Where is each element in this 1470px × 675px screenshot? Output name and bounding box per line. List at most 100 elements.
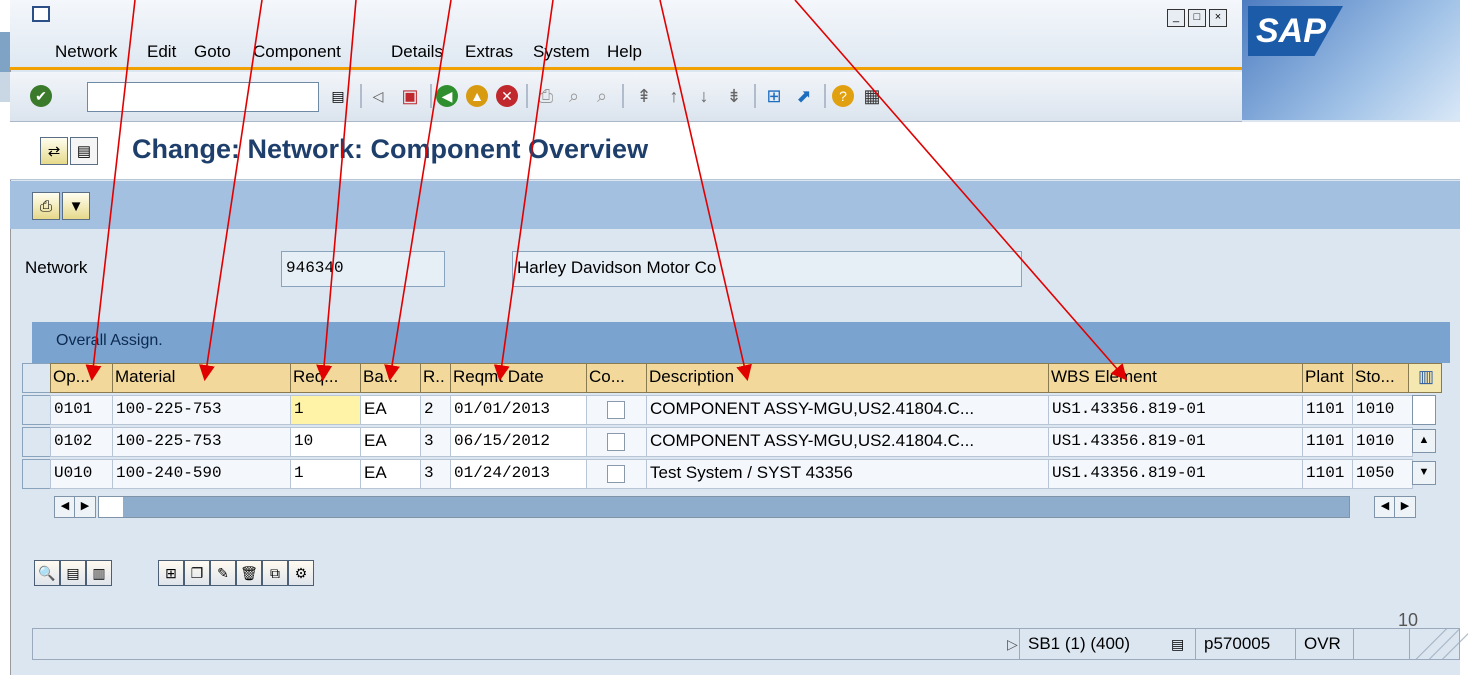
edit-icon[interactable]: ✎ bbox=[210, 560, 236, 586]
help-icon[interactable]: ? bbox=[832, 85, 854, 107]
cell-wbs-element[interactable]: US1.43356.819-01 bbox=[1048, 395, 1307, 425]
network-description-field[interactable]: Harley Davidson Motor Co bbox=[512, 251, 1022, 287]
enter-check-icon[interactable]: ✔ bbox=[30, 85, 52, 107]
shortcut-icon[interactable]: ⬈ bbox=[792, 84, 816, 108]
col-header-item-category[interactable]: R.. bbox=[420, 363, 454, 393]
status-info-icon[interactable]: ▤ bbox=[1171, 629, 1184, 659]
cell-material[interactable]: 100-225-753 bbox=[112, 395, 295, 425]
hierarchy-icon[interactable]: ⊞ bbox=[158, 560, 184, 586]
cell-wbs-element[interactable]: US1.43356.819-01 bbox=[1048, 459, 1307, 489]
cell-requirement-qty[interactable]: 10 bbox=[290, 427, 365, 457]
col-header-base-unit[interactable]: Ba... bbox=[360, 363, 424, 393]
scroll-left-icon[interactable]: ◀ bbox=[54, 496, 76, 518]
cell-operation[interactable]: 0101 bbox=[50, 395, 117, 425]
horizontal-scroll-track[interactable] bbox=[98, 496, 1350, 518]
command-history-icon[interactable]: ▤ bbox=[326, 84, 350, 108]
col-header-costing[interactable]: Co... bbox=[586, 363, 650, 393]
col-header-storage-location[interactable]: Sto... bbox=[1352, 363, 1412, 393]
costing-checkbox[interactable] bbox=[607, 465, 625, 483]
select-all-button[interactable] bbox=[22, 363, 52, 393]
resize-grip[interactable] bbox=[1409, 629, 1468, 659]
display-change-icon[interactable]: ⇄ bbox=[40, 137, 68, 165]
vertical-scroll-track[interactable] bbox=[1412, 395, 1436, 425]
deselect-all-icon[interactable]: ▥ bbox=[86, 560, 112, 586]
status-expand-icon[interactable]: ▷ bbox=[999, 629, 1018, 659]
cell-material[interactable]: 100-240-590 bbox=[112, 459, 295, 489]
maximize-icon[interactable]: □ bbox=[1188, 9, 1206, 27]
menu-network[interactable]: Network bbox=[55, 42, 117, 62]
row-selector[interactable] bbox=[22, 459, 52, 489]
duplicate-icon[interactable]: ⧉ bbox=[262, 560, 288, 586]
cell-base-unit[interactable]: EA bbox=[360, 395, 425, 425]
scroll-right-icon[interactable]: ▶ bbox=[1394, 496, 1416, 518]
copy-icon[interactable]: ❐ bbox=[184, 560, 210, 586]
col-header-material[interactable]: Material bbox=[112, 363, 294, 393]
filter-icon[interactable]: ▼ bbox=[62, 192, 90, 220]
cell-reqmt-date[interactable]: 01/24/2013 bbox=[450, 459, 591, 489]
col-header-operation[interactable]: Op... bbox=[50, 363, 116, 393]
exit-icon[interactable]: ▲ bbox=[466, 85, 488, 107]
menu-edit[interactable]: Edit bbox=[147, 42, 176, 62]
find-next-icon[interactable]: ⌕ bbox=[590, 84, 614, 108]
network-number-field[interactable]: 946340 bbox=[281, 251, 445, 287]
costing-checkbox[interactable] bbox=[607, 401, 625, 419]
col-header-wbs-element[interactable]: WBS Element bbox=[1048, 363, 1306, 393]
cell-plant[interactable]: 1101 bbox=[1302, 459, 1357, 489]
next-page-icon[interactable]: ↓ bbox=[692, 84, 716, 108]
cell-storage-location[interactable]: 1010 bbox=[1352, 427, 1413, 457]
cell-operation[interactable]: 0102 bbox=[50, 427, 117, 457]
table-settings-icon[interactable]: ▥ bbox=[1408, 363, 1442, 393]
previous-page-icon[interactable]: ↑ bbox=[662, 84, 686, 108]
cancel-icon[interactable]: ✕ bbox=[496, 85, 518, 107]
cell-storage-location[interactable]: 1010 bbox=[1352, 395, 1413, 425]
cell-operation[interactable]: U010 bbox=[50, 459, 117, 489]
print-icon[interactable]: ⎙ bbox=[534, 84, 558, 108]
settings-icon[interactable]: ⚙ bbox=[288, 560, 314, 586]
first-page-icon[interactable]: ⇞ bbox=[632, 84, 656, 108]
col-header-requirement-qty[interactable]: Req... bbox=[290, 363, 364, 393]
col-header-plant[interactable]: Plant bbox=[1302, 363, 1356, 393]
last-page-icon[interactable]: ⇟ bbox=[722, 84, 746, 108]
scroll-up-icon[interactable]: ▲ bbox=[1412, 429, 1436, 453]
scroll-right-icon[interactable]: ▶ bbox=[74, 496, 96, 518]
cell-reqmt-date[interactable]: 06/15/2012 bbox=[450, 427, 591, 457]
cell-base-unit[interactable]: EA bbox=[360, 459, 425, 489]
cell-wbs-element[interactable]: US1.43356.819-01 bbox=[1048, 427, 1307, 457]
menu-goto[interactable]: Goto bbox=[194, 42, 231, 62]
save-icon[interactable]: ▣ bbox=[398, 84, 422, 108]
select-all-icon[interactable]: ▤ bbox=[60, 560, 86, 586]
create-session-icon[interactable]: ⊞ bbox=[762, 84, 786, 108]
row-selector[interactable] bbox=[22, 395, 52, 425]
cell-plant[interactable]: 1101 bbox=[1302, 427, 1357, 457]
find-icon[interactable]: ⌕ bbox=[562, 84, 586, 108]
layout-menu-icon[interactable]: ▦ bbox=[860, 84, 884, 108]
menu-extras[interactable]: Extras bbox=[465, 42, 513, 62]
system-menu-icon[interactable] bbox=[32, 6, 50, 22]
cell-base-unit[interactable]: EA bbox=[360, 427, 425, 457]
col-header-reqmt-date[interactable]: Reqmt Date bbox=[450, 363, 590, 393]
menu-help[interactable]: Help bbox=[607, 42, 642, 62]
back-icon[interactable]: ◀ bbox=[436, 85, 458, 107]
cell-material[interactable]: 100-225-753 bbox=[112, 427, 295, 457]
cell-plant[interactable]: 1101 bbox=[1302, 395, 1357, 425]
cell-requirement-qty[interactable]: 1 bbox=[290, 459, 365, 489]
detail-icon[interactable]: 🔍 bbox=[34, 560, 60, 586]
back-triangle-icon[interactable]: ◁ bbox=[366, 84, 390, 108]
command-field[interactable] bbox=[87, 82, 319, 112]
scroll-down-icon[interactable]: ▼ bbox=[1412, 461, 1436, 485]
other-object-icon[interactable]: ▤ bbox=[70, 137, 98, 165]
menu-details[interactable]: Details bbox=[391, 42, 443, 62]
menu-system[interactable]: System bbox=[533, 42, 590, 62]
col-header-description[interactable]: Description bbox=[646, 363, 1052, 393]
cell-reqmt-date[interactable]: 01/01/2013 bbox=[450, 395, 591, 425]
scroll-left-icon[interactable]: ◀ bbox=[1374, 496, 1396, 518]
close-icon[interactable]: × bbox=[1209, 9, 1227, 27]
costing-checkbox[interactable] bbox=[607, 433, 625, 451]
print-list-icon[interactable]: ⎙ bbox=[32, 192, 60, 220]
cell-storage-location[interactable]: 1050 bbox=[1352, 459, 1413, 489]
delete-icon[interactable]: 🗑 bbox=[236, 560, 262, 586]
row-selector[interactable] bbox=[22, 427, 52, 457]
menu-component[interactable]: Component bbox=[253, 42, 341, 62]
cell-requirement-qty[interactable]: 1 bbox=[290, 395, 365, 425]
minimize-icon[interactable]: _ bbox=[1167, 9, 1185, 27]
